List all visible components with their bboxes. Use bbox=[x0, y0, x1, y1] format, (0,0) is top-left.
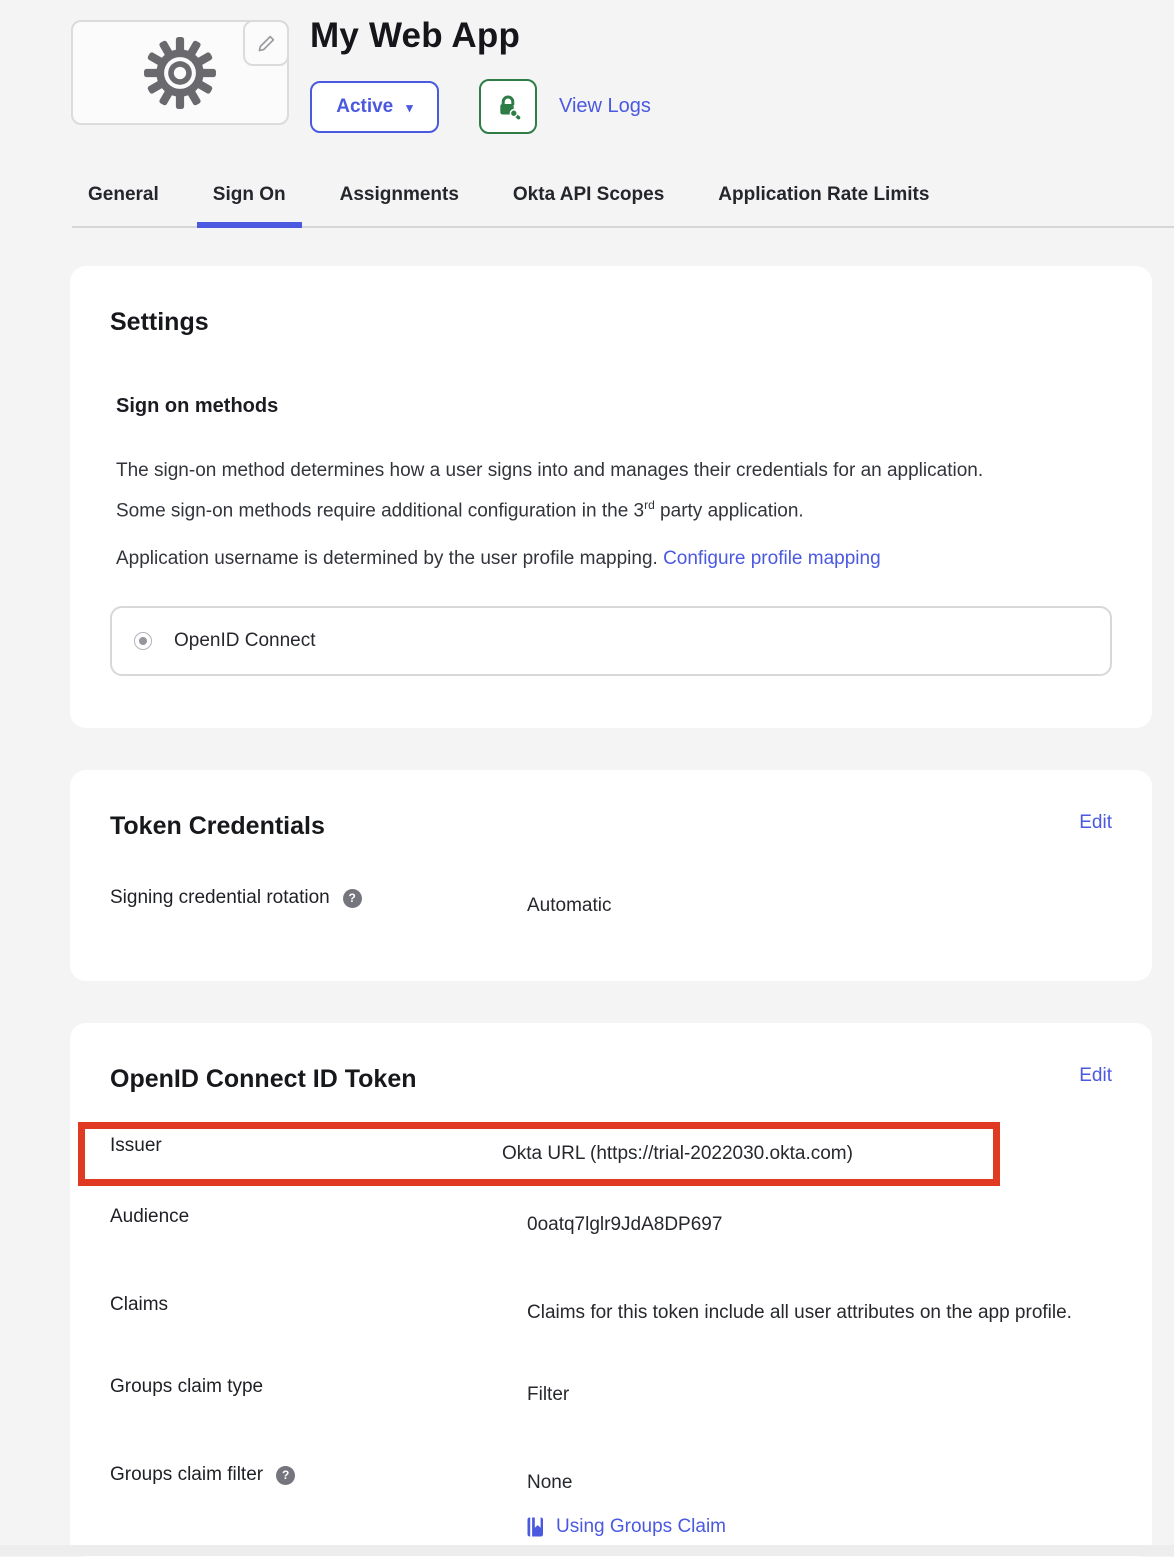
lock-key-button[interactable] bbox=[479, 79, 537, 134]
lock-key-icon bbox=[494, 93, 522, 121]
status-dropdown-label: Active bbox=[336, 96, 393, 118]
page-title: My Web App bbox=[310, 16, 520, 56]
help-icon[interactable]: ? bbox=[343, 889, 362, 908]
token-credentials-edit-link[interactable]: Edit bbox=[1079, 812, 1112, 834]
viewport-bottom-strip bbox=[0, 1545, 1174, 1556]
openid-id-token-card: OpenID Connect ID Token Edit Issuer Okta… bbox=[70, 1023, 1152, 1557]
openid-id-token-title: OpenID Connect ID Token bbox=[110, 1065, 417, 1094]
description-text-end: party application. bbox=[655, 500, 804, 521]
signing-credential-rotation-label: Signing credential rotation bbox=[110, 887, 330, 909]
using-groups-claim-row: Using Groups Claim bbox=[527, 1516, 1112, 1538]
app-header: My Web App Active ▾ View Logs bbox=[0, 0, 1174, 178]
edit-logo-button[interactable] bbox=[243, 20, 289, 66]
configure-profile-mapping-link[interactable]: Configure profile mapping bbox=[663, 548, 881, 569]
signing-credential-rotation-row: Signing credential rotation ? Automatic bbox=[110, 887, 1112, 925]
audience-row: Audience 0oatq7lglr9JdA8DP697 bbox=[110, 1206, 1112, 1244]
sign-on-method-description: The sign-on method determines how a user… bbox=[116, 454, 1034, 528]
audience-label: Audience bbox=[110, 1206, 527, 1228]
tab-sign-on[interactable]: Sign On bbox=[197, 178, 302, 228]
token-credentials-title: Token Credentials bbox=[110, 812, 325, 841]
using-groups-claim-link[interactable]: Using Groups Claim bbox=[556, 1516, 726, 1538]
signing-credential-rotation-value: Automatic bbox=[527, 887, 611, 925]
status-dropdown[interactable]: Active ▾ bbox=[310, 81, 439, 133]
description-superscript: rd bbox=[644, 498, 655, 512]
pencil-icon bbox=[257, 34, 276, 53]
sign-on-method-option: OpenID Connect bbox=[110, 606, 1112, 676]
issuer-value: Okta URL (https://trial-2022030.okta.com… bbox=[502, 1135, 853, 1173]
username-mapping-text: Application username is determined by th… bbox=[116, 542, 1034, 576]
sign-on-methods-heading: Sign on methods bbox=[116, 395, 1112, 418]
settings-title: Settings bbox=[110, 308, 1112, 337]
book-icon bbox=[527, 1517, 546, 1537]
view-logs-link[interactable]: View Logs bbox=[559, 95, 651, 118]
openid-id-token-edit-link[interactable]: Edit bbox=[1079, 1065, 1112, 1087]
description-text: The sign-on method determines how a user… bbox=[116, 460, 983, 521]
audience-value: 0oatq7lglr9JdA8DP697 bbox=[527, 1206, 722, 1244]
chevron-down-icon: ▾ bbox=[406, 98, 413, 116]
tab-application-rate-limits[interactable]: Application Rate Limits bbox=[702, 178, 945, 226]
username-mapping-static: Application username is determined by th… bbox=[116, 548, 663, 569]
groups-claim-type-row: Groups claim type Filter bbox=[110, 1376, 1112, 1414]
groups-claim-type-value: Filter bbox=[527, 1376, 569, 1414]
token-credentials-card: Token Credentials Edit Signing credentia… bbox=[70, 770, 1152, 981]
tab-general[interactable]: General bbox=[72, 178, 175, 226]
app-tabs: General Sign On Assignments Okta API Sco… bbox=[72, 178, 1174, 228]
groups-claim-type-label: Groups claim type bbox=[110, 1376, 527, 1398]
openid-connect-radio[interactable] bbox=[134, 632, 152, 650]
issuer-label: Issuer bbox=[110, 1135, 502, 1157]
settings-card: Settings Sign on methods The sign-on met… bbox=[70, 266, 1152, 728]
groups-claim-filter-row: Groups claim filter ? None bbox=[110, 1464, 1112, 1502]
groups-claim-filter-value: None bbox=[527, 1464, 572, 1502]
claims-label: Claims bbox=[110, 1294, 527, 1316]
openid-connect-label: OpenID Connect bbox=[174, 630, 316, 652]
gear-icon bbox=[143, 36, 217, 110]
help-icon[interactable]: ? bbox=[276, 1466, 295, 1485]
issuer-row: Issuer Okta URL (https://trial-2022030.o… bbox=[110, 1135, 993, 1173]
header-actions: Active ▾ View Logs bbox=[310, 79, 651, 134]
groups-claim-filter-label: Groups claim filter bbox=[110, 1464, 263, 1486]
tab-okta-api-scopes[interactable]: Okta API Scopes bbox=[497, 178, 680, 226]
app-logo bbox=[71, 20, 289, 125]
issuer-highlight-annotation: Issuer Okta URL (https://trial-2022030.o… bbox=[78, 1122, 1000, 1186]
claims-value: Claims for this token include all user a… bbox=[527, 1294, 1072, 1332]
claims-row: Claims Claims for this token include all… bbox=[110, 1294, 1112, 1332]
tab-assignments[interactable]: Assignments bbox=[324, 178, 475, 226]
